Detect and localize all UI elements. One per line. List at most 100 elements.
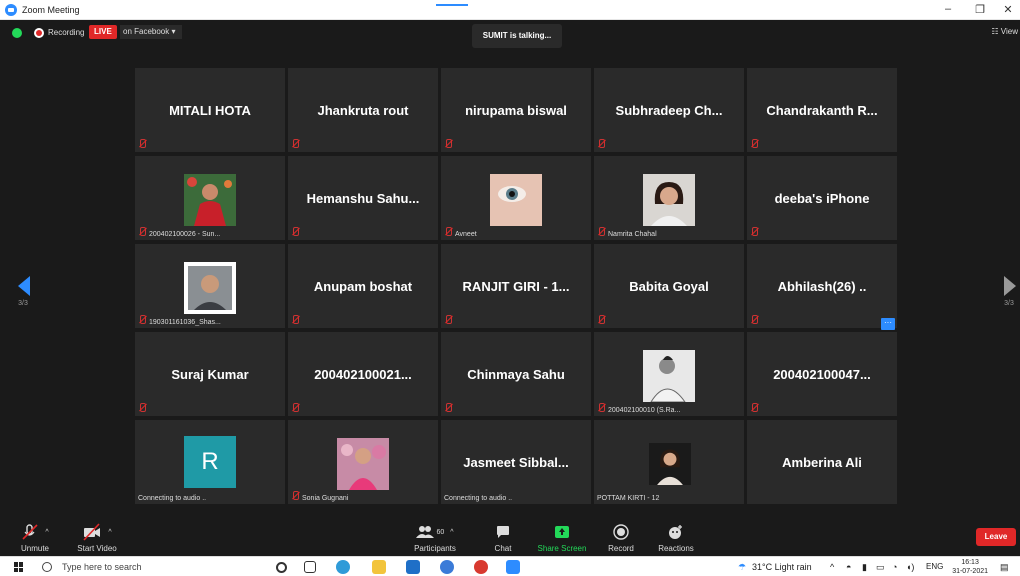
participant-tile[interactable]: Babita Goyal — [594, 244, 744, 328]
participant-name: Anupam boshat — [313, 279, 413, 294]
muted-mic-icon — [597, 315, 606, 325]
participant-tile[interactable]: 200402100010 (S.Ra... — [594, 332, 744, 416]
share-screen-button[interactable]: Share Screen — [536, 522, 588, 553]
chrome-icon[interactable] — [474, 560, 488, 574]
participants-count: 60 — [436, 528, 445, 536]
browser-icon[interactable] — [440, 560, 454, 574]
reactions-icon — [669, 525, 682, 539]
cortana-icon[interactable] — [276, 562, 287, 573]
participant-tile[interactable]: Subhradeep Ch... — [594, 68, 744, 152]
participant-tile[interactable]: POTTAM KIRTI - 12 — [594, 420, 744, 504]
participant-tile[interactable]: Chinmaya Sahu — [441, 332, 591, 416]
participant-label: 200402100010 (S.Ra... — [608, 407, 681, 414]
participant-tile[interactable]: Hemanshu Sahu... — [288, 156, 438, 240]
participant-tile[interactable]: MITALI HOTA — [135, 68, 285, 152]
zoom-taskbar-icon[interactable] — [506, 560, 520, 574]
muted-mic-icon — [138, 403, 147, 413]
participant-tile[interactable]: Sonia Gugnani — [288, 420, 438, 504]
participant-name: nirupama biswal — [465, 103, 567, 118]
participant-tile[interactable]: R Connecting to audio .. — [135, 420, 285, 504]
participant-photo — [643, 174, 695, 226]
mail-icon[interactable] — [406, 560, 420, 574]
participant-name: RANJIT GIRI - 1... — [462, 279, 570, 294]
participant-tile[interactable]: Avneet — [441, 156, 591, 240]
participant-tile[interactable]: 200402100026 - Sun... — [135, 156, 285, 240]
participant-avatar: R — [184, 436, 236, 488]
system-clock[interactable]: 16:13 31-07-2021 — [952, 558, 988, 576]
caret-up-icon[interactable]: ^ — [450, 529, 453, 536]
edge-browser-icon[interactable] — [336, 560, 350, 574]
participant-tile[interactable]: Jhankruta rout — [288, 68, 438, 152]
task-view-icon[interactable] — [304, 561, 316, 573]
tray-chevron-icon[interactable]: ^ — [830, 562, 834, 572]
participants-label: Participants — [414, 544, 456, 553]
mic-tray-icon[interactable]: ▮ — [862, 562, 867, 573]
participant-tile[interactable]: deeba's iPhone — [747, 156, 897, 240]
next-page-nav[interactable]: 3/3 — [1002, 276, 1016, 307]
participant-label: Connecting to audio .. — [138, 495, 207, 502]
participant-tile[interactable]: Anupam boshat — [288, 244, 438, 328]
chat-label: Chat — [494, 544, 512, 553]
recording-label: Recording — [48, 28, 85, 37]
participant-label: 200402100026 - Sun... — [149, 231, 221, 238]
weather-text[interactable]: 31°C Light rain — [752, 562, 812, 572]
chat-button[interactable]: Chat — [490, 522, 516, 553]
restore-button[interactable]: ❐ — [970, 3, 990, 16]
security-shield-icon[interactable] — [12, 28, 22, 38]
participant-tile[interactable]: Namrita Chahal — [594, 156, 744, 240]
participant-tile[interactable]: RANJIT GIRI - 1... — [441, 244, 591, 328]
arrow-left-icon[interactable] — [18, 276, 30, 296]
participant-tile[interactable]: Chandrakanth R... — [747, 68, 897, 152]
participant-tile[interactable]: Amberina Ali — [747, 420, 897, 504]
muted-mic-icon — [291, 315, 300, 325]
taskbar-search[interactable]: Type here to search — [38, 558, 264, 576]
view-button[interactable]: ☷ View — [991, 27, 1018, 36]
muted-mic-icon — [597, 139, 606, 149]
participant-photo — [184, 174, 236, 226]
participant-tile[interactable]: 200402100021... — [288, 332, 438, 416]
prev-page-nav[interactable]: 3/3 — [16, 276, 30, 307]
minimize-button[interactable]: – — [938, 3, 958, 15]
participant-tile[interactable]: Suraj Kumar — [135, 332, 285, 416]
notification-icon[interactable]: ▤ — [1000, 562, 1009, 573]
participant-tile[interactable]: nirupama biswal — [441, 68, 591, 152]
more-options-button[interactable]: ··· — [881, 318, 895, 330]
caret-up-icon[interactable]: ^ — [108, 529, 111, 536]
windows-start-icon[interactable] — [14, 562, 24, 572]
participants-button[interactable]: 60 ^ Participants — [410, 522, 460, 553]
title-bar: Zoom Meeting – ❐ ✕ — [0, 0, 1020, 20]
participant-tile[interactable]: 190301161036_Shas... — [135, 244, 285, 328]
close-button[interactable]: ✕ — [998, 3, 1018, 16]
unmute-button[interactable]: ^ Unmute — [16, 522, 54, 553]
chat-icon — [497, 526, 509, 538]
arrow-right-icon[interactable] — [1004, 276, 1016, 296]
participant-name: Jasmeet Sibbal... — [463, 455, 569, 470]
page-indicator-left: 3/3 — [18, 300, 28, 307]
record-button[interactable]: Record — [604, 522, 638, 553]
participant-name: Chinmaya Sahu — [467, 367, 565, 382]
video-off-icon — [83, 523, 101, 541]
muted-mic-icon — [750, 403, 759, 413]
caret-up-icon[interactable]: ^ — [45, 529, 48, 536]
network-icon[interactable]: ◓ — [846, 562, 851, 572]
start-video-button[interactable]: ^ Start Video — [74, 522, 120, 553]
windows-taskbar: Type here to search ☂ 31°C Light rain ^ … — [0, 556, 1020, 576]
file-explorer-icon[interactable] — [372, 560, 386, 574]
leave-button[interactable]: Leave — [976, 528, 1016, 546]
participant-name: Hemanshu Sahu... — [306, 191, 420, 206]
participant-tile[interactable]: ··· 200402100047... — [747, 318, 897, 416]
participants-icon — [416, 526, 435, 538]
live-on-facebook-dropdown[interactable]: on Facebook ▾ — [120, 25, 182, 39]
wifi-icon[interactable]: ◔ — [892, 562, 897, 572]
clock-date: 31-07-2021 — [952, 568, 988, 575]
participant-tile[interactable]: Abhilash(26) .. — [747, 244, 897, 328]
battery-icon[interactable]: ▭ — [876, 562, 885, 573]
language-indicator[interactable]: ENG — [926, 562, 943, 571]
participant-tile[interactable]: Jasmeet Sibbal... Connecting to audio .. — [441, 420, 591, 504]
mic-muted-icon — [22, 524, 38, 540]
participant-label: Connecting to audio .. — [444, 495, 513, 502]
participant-name: Jhankruta rout — [317, 103, 409, 118]
reactions-button[interactable]: Reactions — [654, 522, 698, 553]
volume-icon[interactable]: ◖) — [906, 562, 914, 572]
drag-handle[interactable] — [436, 4, 468, 6]
